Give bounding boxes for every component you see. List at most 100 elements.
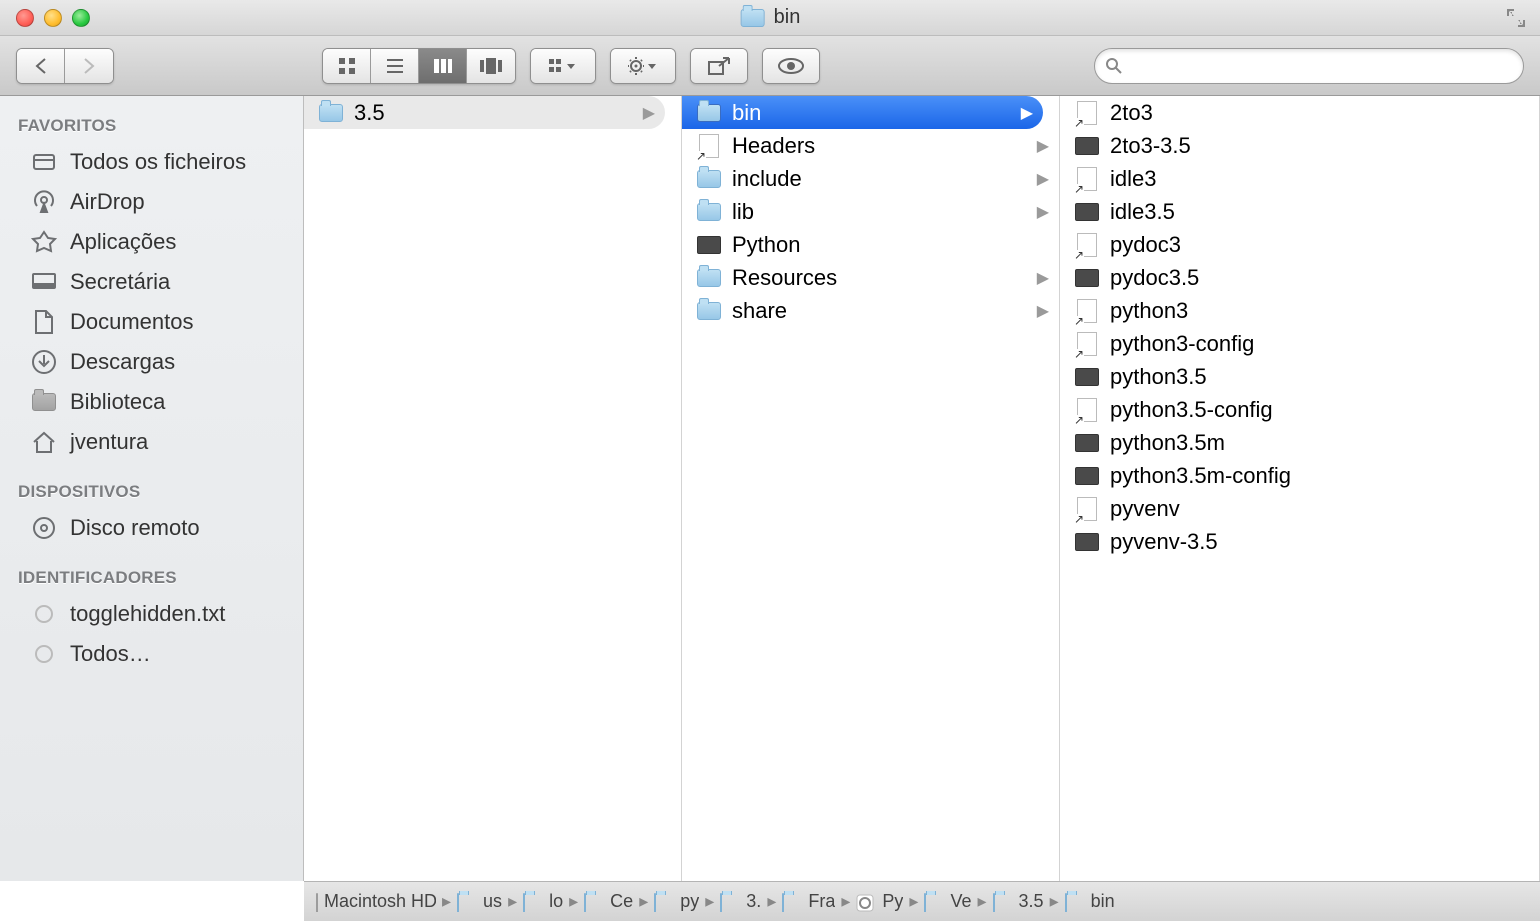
file-row[interactable]: Headers▶ <box>682 129 1059 162</box>
file-label: python3.5m-config <box>1110 463 1291 489</box>
sidebar-item-label: togglehidden.txt <box>70 601 225 627</box>
all-files-icon <box>30 150 58 174</box>
file-label: python3-config <box>1110 331 1254 357</box>
sidebar-item[interactable]: Documentos <box>0 302 303 342</box>
file-label: lib <box>732 199 754 225</box>
close-window-button[interactable] <box>16 9 34 27</box>
file-row[interactable]: python3.5 <box>1060 360 1539 393</box>
path-crumb-label: Fra <box>808 891 835 912</box>
quicklook-button[interactable] <box>762 48 820 84</box>
sidebar-item[interactable]: Biblioteca <box>0 382 303 422</box>
path-crumb[interactable]: bin <box>1065 891 1115 912</box>
file-row[interactable]: bin▶ <box>682 96 1043 129</box>
share-button[interactable] <box>690 48 748 84</box>
sidebar: FAVORITOSTodos os ficheirosAirDropAplica… <box>0 96 304 881</box>
file-row[interactable]: python3 <box>1060 294 1539 327</box>
file-row[interactable]: share▶ <box>682 294 1059 327</box>
column: 2to32to3-3.5idle3idle3.5pydoc3pydoc3.5py… <box>1060 96 1540 881</box>
sidebar-item[interactable]: Todos… <box>0 634 303 674</box>
sidebar-item[interactable]: Disco remoto <box>0 508 303 548</box>
sidebar-item-label: Disco remoto <box>70 515 200 541</box>
sidebar-item-label: Biblioteca <box>70 389 165 415</box>
view-mode-segmented <box>322 48 516 84</box>
list-view-button[interactable] <box>371 49 419 83</box>
file-row[interactable]: python3.5-config <box>1060 393 1539 426</box>
folder-icon <box>584 894 604 910</box>
minimize-window-button[interactable] <box>44 9 62 27</box>
link-icon <box>1074 168 1100 190</box>
nav-back-forward <box>16 48 114 84</box>
disclosure-arrow-icon: ▶ <box>643 103 655 123</box>
sidebar-item[interactable]: Todos os ficheiros <box>0 142 303 182</box>
path-crumb[interactable]: Ve <box>924 891 971 912</box>
sidebar-item[interactable]: Descargas <box>0 342 303 382</box>
file-row[interactable]: pyvenv <box>1060 492 1539 525</box>
exec-icon <box>1074 432 1100 454</box>
file-label: 3.5 <box>354 100 385 126</box>
path-crumb[interactable]: Macintosh HD <box>316 891 436 912</box>
file-row[interactable]: 2to3-3.5 <box>1060 129 1539 162</box>
column-view-button[interactable] <box>419 49 467 83</box>
file-label: python3.5 <box>1110 364 1207 390</box>
file-row[interactable]: Resources▶ <box>682 261 1059 294</box>
search-icon <box>1105 57 1123 75</box>
file-label: Headers <box>732 133 815 159</box>
file-label: idle3 <box>1110 166 1156 192</box>
file-row[interactable]: include▶ <box>682 162 1059 195</box>
back-button[interactable] <box>17 49 65 83</box>
icon-view-button[interactable] <box>323 49 371 83</box>
path-crumb[interactable]: 3. <box>720 891 761 912</box>
path-crumb[interactable]: py <box>654 891 699 912</box>
desktop-icon <box>30 270 58 294</box>
file-row[interactable]: idle3 <box>1060 162 1539 195</box>
column-browser: 3.5▶bin▶Headers▶include▶lib▶PythonResour… <box>304 96 1540 881</box>
path-separator-icon: ▸ <box>1050 891 1059 912</box>
zoom-window-button[interactable] <box>72 9 90 27</box>
file-row[interactable]: lib▶ <box>682 195 1059 228</box>
folder-icon <box>523 894 543 910</box>
path-crumb[interactable]: us <box>457 891 502 912</box>
coverflow-view-button[interactable] <box>467 49 515 83</box>
sidebar-item[interactable]: Aplicações <box>0 222 303 262</box>
file-row[interactable]: 2to3 <box>1060 96 1539 129</box>
path-crumb[interactable]: Py <box>856 891 903 912</box>
sidebar-item[interactable]: AirDrop <box>0 182 303 222</box>
sidebar-item[interactable]: Secretária <box>0 262 303 302</box>
fullscreen-icon[interactable] <box>1506 8 1526 28</box>
disclosure-arrow-icon: ▶ <box>1037 301 1049 321</box>
sidebar-item[interactable]: togglehidden.txt <box>0 594 303 634</box>
sidebar-item-label: jventura <box>70 429 148 455</box>
folder-icon <box>696 267 722 289</box>
path-crumb[interactable]: lo <box>523 891 563 912</box>
file-row[interactable]: Python <box>682 228 1059 261</box>
search-field[interactable] <box>1094 48 1524 84</box>
arrange-dropdown[interactable] <box>530 48 596 84</box>
path-crumb-label: lo <box>549 891 563 912</box>
file-row[interactable]: python3.5m-config <box>1060 459 1539 492</box>
file-row[interactable]: idle3.5 <box>1060 195 1539 228</box>
file-row[interactable]: python3-config <box>1060 327 1539 360</box>
file-row[interactable]: pyvenv-3.5 <box>1060 525 1539 558</box>
file-row[interactable]: pydoc3 <box>1060 228 1539 261</box>
folder-icon <box>696 300 722 322</box>
file-label: Resources <box>732 265 837 291</box>
sidebar-item-label: Documentos <box>70 309 194 335</box>
file-label: idle3.5 <box>1110 199 1175 225</box>
search-input[interactable] <box>1131 55 1513 76</box>
path-crumb-label: us <box>483 891 502 912</box>
file-row[interactable]: pydoc3.5 <box>1060 261 1539 294</box>
path-crumb[interactable]: Ce <box>584 891 633 912</box>
file-row[interactable]: 3.5 ▶ <box>304 96 665 129</box>
sidebar-item[interactable]: jventura <box>0 422 303 462</box>
path-separator-icon: ▸ <box>705 891 714 912</box>
path-crumb[interactable]: 3.5 <box>993 891 1044 912</box>
path-bar: Macintosh HD▸us▸lo▸Ce▸py▸3.▸Fra▸Py▸Ve▸3.… <box>304 881 1540 921</box>
sidebar-item-label: Todos os ficheiros <box>70 149 246 175</box>
link-icon <box>1074 300 1100 322</box>
file-row[interactable]: python3.5m <box>1060 426 1539 459</box>
path-crumb-label: Py <box>882 891 903 912</box>
forward-button[interactable] <box>65 49 113 83</box>
path-crumb[interactable]: Fra <box>782 891 835 912</box>
file-label: python3.5m <box>1110 430 1225 456</box>
action-dropdown[interactable] <box>610 48 676 84</box>
